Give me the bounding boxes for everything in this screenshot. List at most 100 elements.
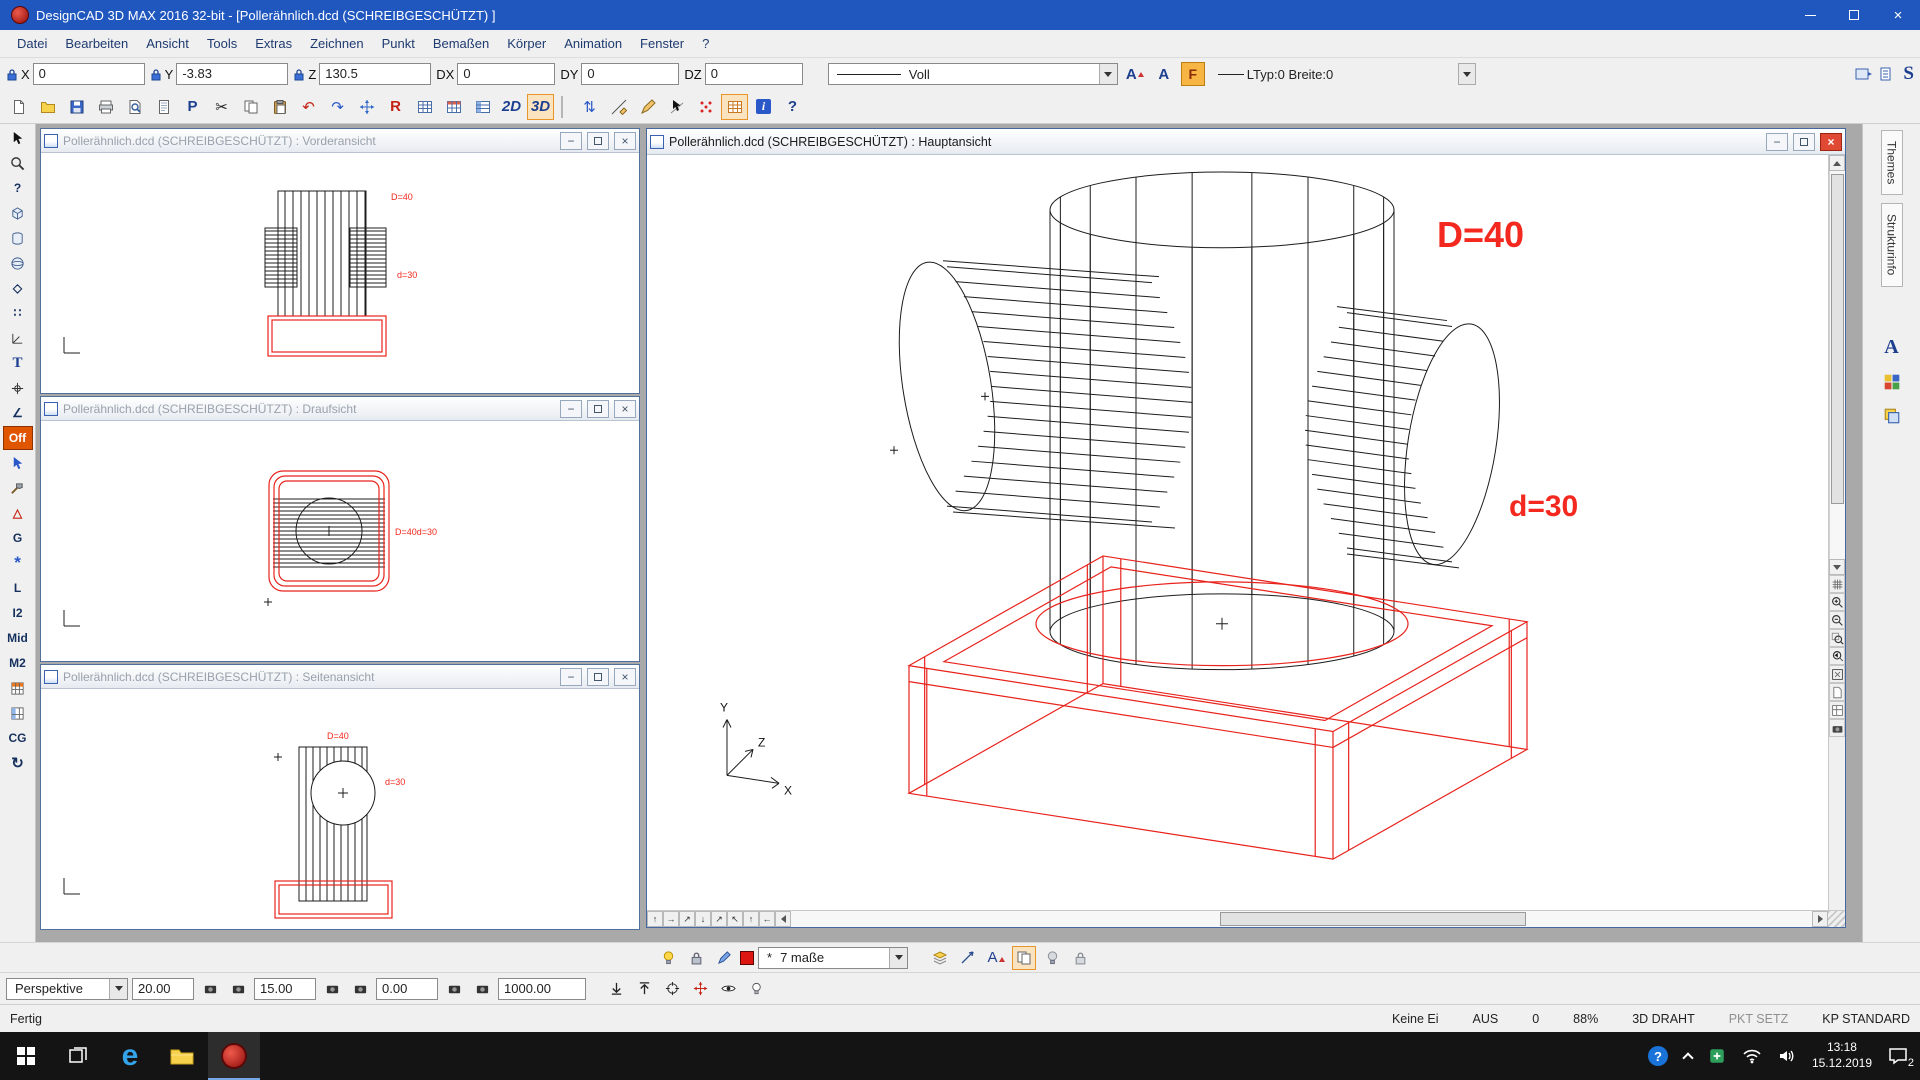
resize-grip[interactable] [1828,911,1845,927]
menu-datei[interactable]: Datei [8,32,56,55]
view-nav-8[interactable]: ← [759,911,775,927]
font-button[interactable]: A [1152,62,1176,86]
draufsicht-titlebar[interactable]: Pollerähnlich.dcd (SCHREIBGESCHÜTZT) : D… [41,397,639,421]
page-view-button[interactable] [1829,683,1845,701]
font-increase-button[interactable]: A [1123,62,1147,86]
rotate-left-camera-button[interactable] [198,977,222,1001]
vorderansicht-titlebar[interactable]: Pollerähnlich.dcd (SCHREIBGESCHÜTZT) : V… [41,129,639,153]
zoom-extents-button[interactable] [1829,665,1845,683]
top-view-canvas[interactable]: D=40d=30 [41,421,639,661]
rotate-tool-button[interactable]: ↻ [3,751,33,775]
layer-table-button[interactable] [469,94,496,120]
dy-input[interactable]: 0 [581,63,679,85]
hauptansicht-titlebar[interactable]: Pollerähnlich.dcd (SCHREIBGESCHÜTZT) : H… [647,129,1845,155]
eye-view-button[interactable] [716,977,740,1001]
taskbar-edge-button[interactable]: e [104,1032,156,1080]
line-style-dropdown-arrow[interactable] [1099,64,1117,84]
style-manager-button[interactable]: S [1903,63,1914,85]
side-view-canvas[interactable]: D=40 d=30 [41,689,639,929]
seitenansicht-titlebar[interactable]: Pollerähnlich.dcd (SCHREIBGESCHÜTZT) : S… [41,665,639,689]
tab-strukturinfo[interactable]: Strukturinfo [1881,203,1903,286]
tilt-down-camera-button[interactable] [348,977,372,1001]
view-mode-dropdown-arrow[interactable] [109,979,127,999]
pan-view-button[interactable] [688,977,712,1001]
lock-icon[interactable] [293,68,305,81]
menu-koerper[interactable]: Körper [498,32,555,55]
layer-edit-button[interactable] [712,946,736,970]
context-help-button[interactable]: ? [779,94,806,120]
x-input[interactable]: 0 [33,63,145,85]
point-updown-button[interactable]: ⇅ [576,94,603,120]
intersect-snap-button[interactable]: I2 [3,601,33,625]
horizontal-scroll-thumb[interactable] [1220,912,1526,926]
restore-button[interactable] [1793,133,1815,151]
save-button[interactable] [63,94,90,120]
move-point-button[interactable] [353,94,380,120]
tab-themes[interactable]: Themes [1881,130,1903,195]
close-button[interactable]: × [1876,0,1920,30]
info-box-button[interactable]: i [750,94,777,120]
minimize-button[interactable]: − [560,668,582,686]
view-nav-2[interactable]: → [663,911,679,927]
view-nav-4[interactable]: ↓ [695,911,711,927]
action-center-button[interactable]: 2 [1888,1047,1908,1065]
layer-stack-button[interactable] [928,946,952,970]
view-nav-1[interactable]: ↑ [647,911,663,927]
menu-bemassen[interactable]: Bemaßen [424,32,498,55]
point-grid-tool-button[interactable]: ∷ [3,301,33,325]
layer-lock-button[interactable] [684,946,708,970]
restore-button[interactable] [587,668,609,686]
scroll-left-button[interactable] [775,911,791,927]
publish-button[interactable]: P [179,94,206,120]
print-button[interactable] [92,94,119,120]
structure-browser-button[interactable] [1879,403,1905,429]
grid-toggle-button[interactable] [1829,575,1845,593]
move-up-view-button[interactable] [632,977,656,1001]
layer-visible-button[interactable] [656,946,680,970]
front-view-canvas[interactable]: D=40 d=30 [41,153,639,393]
redo-button[interactable]: ↷ [324,94,351,120]
menu-ansicht[interactable]: Ansicht [137,32,198,55]
center-gravity-button[interactable]: CG [3,726,33,750]
view-mode-dropdown[interactable]: Perspektive [6,978,128,1000]
print-preview-button[interactable] [121,94,148,120]
scroll-right-button[interactable] [1812,911,1828,927]
cut-button[interactable]: ✂ [208,94,235,120]
y-input[interactable]: -3.83 [176,63,288,85]
task-view-button[interactable] [52,1032,104,1080]
zoom-previous-button[interactable] [1829,647,1845,665]
paste-button[interactable] [266,94,293,120]
view-nav-7[interactable]: ↑ [743,911,759,927]
view-cube-button[interactable] [3,201,33,225]
close-button[interactable]: × [614,668,636,686]
copy-button[interactable] [237,94,264,120]
sphere-tool-button[interactable] [3,251,33,275]
midpoint2-snap-button[interactable]: M2 [3,651,33,675]
menu-extras[interactable]: Extras [246,32,301,55]
move-down-view-button[interactable] [604,977,628,1001]
view-nav-6[interactable]: ↖ [727,911,743,927]
minimize-button[interactable] [1788,0,1832,30]
light-view-button[interactable] [744,977,768,1001]
angle-input[interactable]: 15.00 [254,978,316,1000]
zoom-out-button[interactable] [1829,611,1845,629]
focal-input[interactable]: 1000.00 [498,978,586,1000]
color-grid-button[interactable] [3,676,33,700]
menu-zeichnen[interactable]: Zeichnen [301,32,372,55]
taskbar-designcad-button[interactable] [208,1032,260,1080]
tilt-input[interactable]: 0.00 [376,978,438,1000]
color-swatch[interactable] [740,951,754,965]
restore-button[interactable] [1832,0,1876,30]
zoom-in-button[interactable] [1829,593,1845,611]
volume-icon[interactable] [1778,1048,1796,1064]
blue-grid-button[interactable] [3,701,33,725]
layer-dropdown-arrow[interactable] [889,948,907,968]
close-button[interactable]: × [614,132,636,150]
diamond-tool-button[interactable]: ◇ [3,276,33,300]
camera-view-button[interactable] [1829,719,1845,737]
lock-icon[interactable] [150,68,162,81]
grid-options-button[interactable] [411,94,438,120]
zoom-tool-button[interactable] [3,151,33,175]
tilt-up-camera-button[interactable] [320,977,344,1001]
mode-2d-button[interactable]: 2D [498,94,525,120]
